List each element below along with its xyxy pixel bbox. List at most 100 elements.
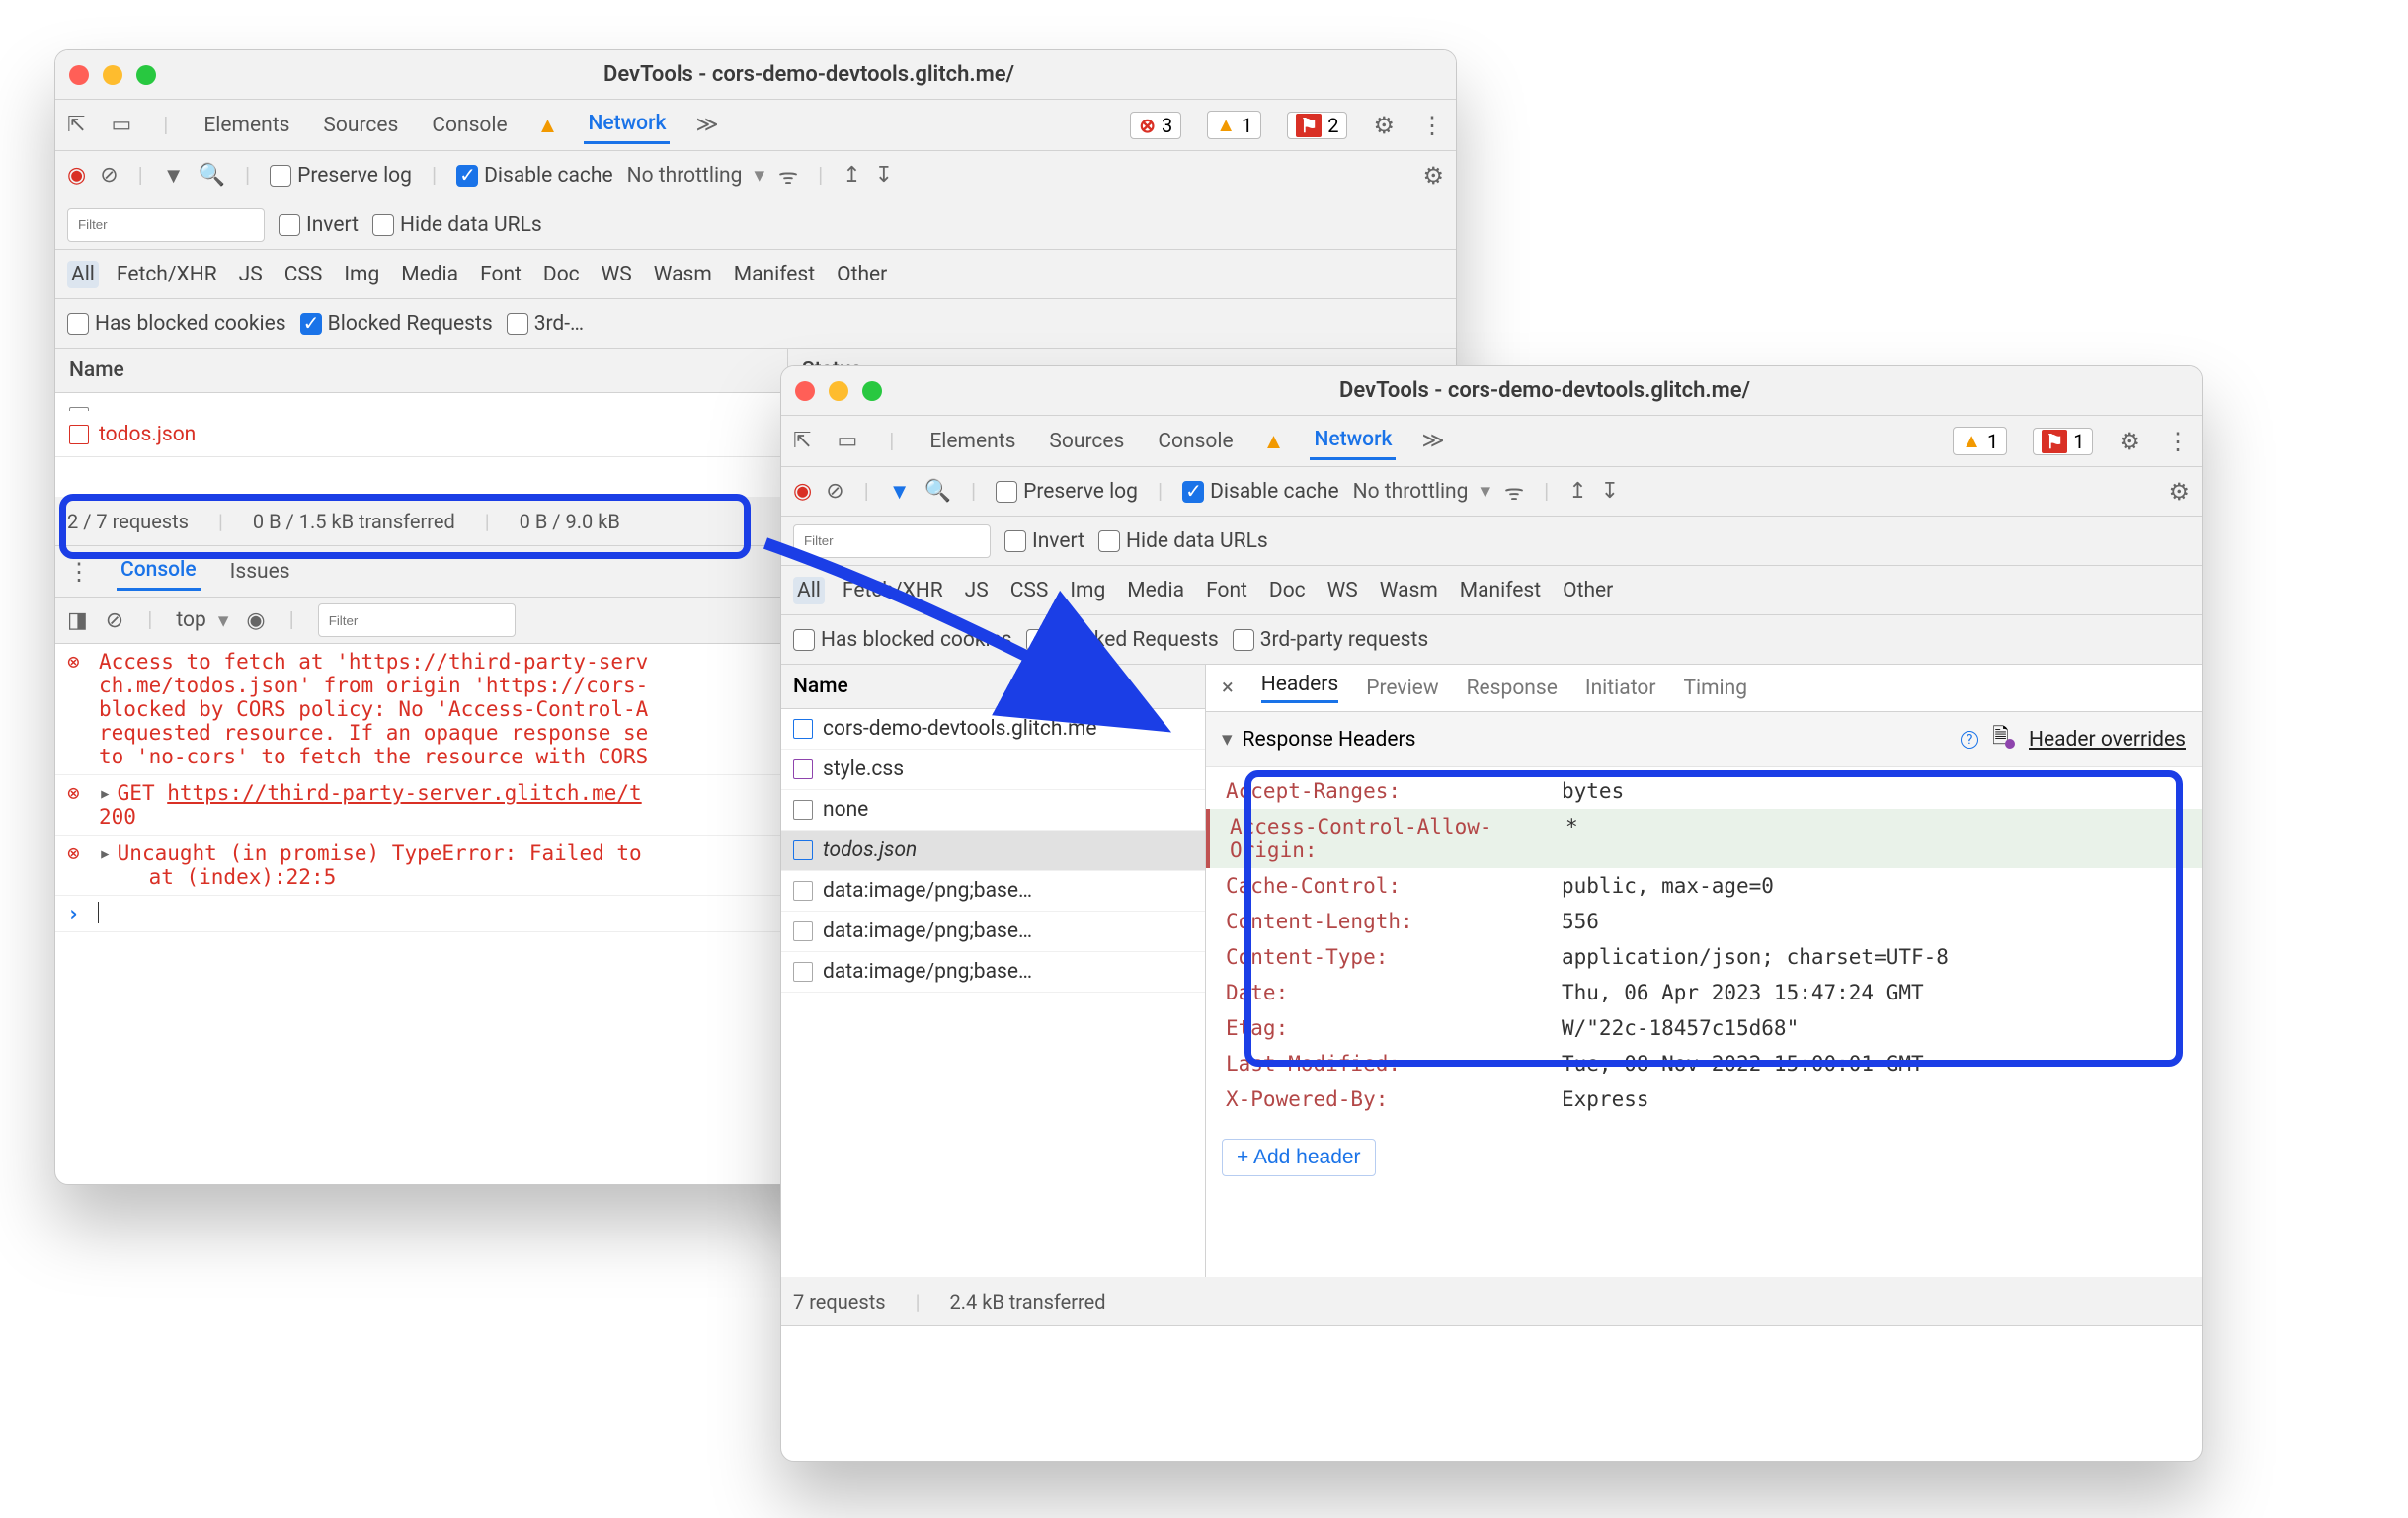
header-overrides-link[interactable]: Header overrides bbox=[2029, 728, 2186, 752]
header-row[interactable]: Etag:W/"22c-18457c15d68" bbox=[1206, 1010, 2202, 1046]
drawer-tab-console[interactable]: Console bbox=[117, 552, 201, 591]
chip-js[interactable]: JS bbox=[961, 577, 993, 604]
filter-toggle-icon[interactable]: ▼ bbox=[889, 479, 911, 505]
chip-doc[interactable]: Doc bbox=[539, 261, 584, 288]
invert-checkbox[interactable]: Invert bbox=[279, 213, 359, 237]
search-icon[interactable]: 🔍 bbox=[924, 479, 951, 504]
network-settings-icon[interactable]: ⚙ bbox=[1422, 162, 1444, 190]
list-item[interactable]: none bbox=[781, 790, 1205, 831]
console-filter-input[interactable] bbox=[318, 603, 516, 637]
network-conditions-icon[interactable]: ᯤ bbox=[1504, 477, 1524, 507]
chip-ws[interactable]: WS bbox=[1324, 577, 1362, 604]
settings-icon[interactable]: ⚙ bbox=[1373, 112, 1395, 139]
chip-all[interactable]: All bbox=[67, 261, 99, 288]
preserve-log-checkbox[interactable]: Preserve log bbox=[996, 480, 1138, 504]
chip-manifest[interactable]: Manifest bbox=[730, 261, 819, 288]
more-tabs-icon[interactable]: ≫ bbox=[1421, 429, 1444, 453]
tab-sources[interactable]: Sources bbox=[1045, 424, 1128, 459]
chip-all[interactable]: All bbox=[793, 577, 825, 604]
header-row[interactable]: Last-Modified:Tue, 08 Nov 2022 15:00:01 … bbox=[1206, 1046, 2202, 1081]
device-toggle-icon[interactable]: ▭ bbox=[837, 429, 857, 453]
tab-network[interactable]: Network bbox=[1310, 422, 1396, 460]
response-headers-section[interactable]: Response Headers ? 🗎 Header overrides bbox=[1206, 712, 2202, 767]
maximize-window-icon[interactable] bbox=[862, 381, 882, 401]
minimize-window-icon[interactable] bbox=[829, 381, 848, 401]
chip-wasm[interactable]: Wasm bbox=[1376, 577, 1442, 604]
hide-data-urls-checkbox[interactable]: Hide data URLs bbox=[372, 213, 542, 237]
record-icon[interactable]: ◉ bbox=[793, 479, 812, 504]
disable-cache-checkbox[interactable]: Disable cache bbox=[456, 164, 613, 188]
list-item[interactable]: cors-demo-devtools.glitch.me bbox=[781, 709, 1205, 750]
third-party-checkbox[interactable]: 3rd-party requests bbox=[1233, 628, 1428, 652]
drawer-tab-issues[interactable]: Issues bbox=[226, 554, 294, 590]
detail-tab-preview[interactable]: Preview bbox=[1366, 677, 1438, 700]
import-har-icon[interactable]: ↧ bbox=[875, 163, 893, 188]
disable-cache-checkbox[interactable]: Disable cache bbox=[1182, 480, 1339, 504]
add-header-button[interactable]: + Add header bbox=[1222, 1139, 1376, 1176]
blocked-cookies-checkbox[interactable]: Has blocked cookies bbox=[67, 312, 286, 336]
chip-fetchxhr[interactable]: Fetch/XHR bbox=[839, 577, 947, 604]
chip-font[interactable]: Font bbox=[476, 261, 525, 288]
list-item[interactable]: data:image/png;base… bbox=[781, 952, 1205, 993]
export-har-icon[interactable]: ↥ bbox=[1568, 479, 1586, 504]
warning-badge[interactable]: ▲1 bbox=[1953, 427, 2007, 455]
chip-doc[interactable]: Doc bbox=[1265, 577, 1310, 604]
issues-badge[interactable]: ⚑1 bbox=[2033, 428, 2093, 455]
invert-checkbox[interactable]: Invert bbox=[1004, 529, 1084, 553]
drawer-menu-icon[interactable]: ⋮ bbox=[67, 558, 91, 586]
blocked-requests-checkbox[interactable]: Blocked Requests bbox=[300, 312, 493, 336]
chip-css[interactable]: CSS bbox=[281, 261, 327, 288]
record-icon[interactable]: ◉ bbox=[67, 163, 86, 188]
maximize-window-icon[interactable] bbox=[136, 65, 156, 85]
tab-console[interactable]: Console bbox=[1154, 424, 1237, 459]
hide-data-urls-checkbox[interactable]: Hide data URLs bbox=[1098, 529, 1268, 553]
tab-elements[interactable]: Elements bbox=[925, 424, 1019, 459]
network-settings-icon[interactable]: ⚙ bbox=[2168, 478, 2190, 506]
error-badge[interactable]: ⊗3 bbox=[1130, 112, 1181, 139]
close-detail-icon[interactable]: × bbox=[1222, 676, 1234, 700]
more-tabs-icon[interactable]: ≫ bbox=[695, 113, 718, 137]
context-select[interactable]: top bbox=[176, 608, 228, 633]
chip-media[interactable]: Media bbox=[397, 261, 462, 288]
chip-other[interactable]: Other bbox=[833, 261, 891, 288]
expand-icon[interactable] bbox=[99, 781, 118, 805]
filter-input[interactable] bbox=[67, 208, 265, 242]
issues-badge[interactable]: ⚑2 bbox=[1287, 112, 1347, 139]
chip-img[interactable]: Img bbox=[340, 261, 383, 288]
chip-font[interactable]: Font bbox=[1202, 577, 1251, 604]
expand-icon[interactable] bbox=[99, 841, 118, 865]
console-link[interactable]: https://third-party-server.glitch.me/t bbox=[167, 781, 641, 805]
chip-other[interactable]: Other bbox=[1559, 577, 1617, 604]
header-row[interactable]: Date:Thu, 06 Apr 2023 15:47:24 GMT bbox=[1206, 975, 2202, 1010]
console-sidebar-icon[interactable]: ◨ bbox=[67, 608, 88, 633]
throttling-select[interactable]: No throttling bbox=[1353, 479, 1490, 504]
name-header[interactable]: Name bbox=[781, 665, 1205, 709]
export-har-icon[interactable]: ↥ bbox=[843, 163, 860, 188]
chip-css[interactable]: CSS bbox=[1006, 577, 1053, 604]
header-row[interactable]: Access-Control-Allow-Origin:* bbox=[1206, 809, 2202, 868]
header-row[interactable]: Content-Type:application/json; charset=U… bbox=[1206, 939, 2202, 975]
chip-fetchxhr[interactable]: Fetch/XHR bbox=[113, 261, 221, 288]
import-har-icon[interactable]: ↧ bbox=[1601, 479, 1619, 504]
chip-wasm[interactable]: Wasm bbox=[650, 261, 716, 288]
chip-js[interactable]: JS bbox=[235, 261, 267, 288]
header-row[interactable]: Accept-Ranges:bytes bbox=[1206, 773, 2202, 809]
tab-elements[interactable]: Elements bbox=[200, 108, 293, 143]
clear-icon[interactable]: ⊘ bbox=[100, 163, 118, 188]
blocked-requests-checkbox[interactable]: Blocked Requests bbox=[1026, 628, 1219, 652]
clear-icon[interactable]: ⊘ bbox=[826, 479, 843, 504]
close-window-icon[interactable] bbox=[795, 381, 815, 401]
blocked-cookies-checkbox[interactable]: Has blocked cookies bbox=[793, 628, 1012, 652]
list-item[interactable]: data:image/png;base… bbox=[781, 912, 1205, 952]
inspect-icon[interactable]: ⇱ bbox=[67, 113, 85, 137]
header-row[interactable]: Cache-Control:public, max-age=0 bbox=[1206, 868, 2202, 904]
header-row[interactable]: X-Powered-By:Express bbox=[1206, 1081, 2202, 1117]
chip-img[interactable]: Img bbox=[1066, 577, 1109, 604]
network-conditions-icon[interactable]: ᯤ bbox=[778, 161, 798, 191]
throttling-select[interactable]: No throttling bbox=[627, 163, 764, 188]
third-party-checkbox[interactable]: 3rd-… bbox=[507, 312, 584, 336]
list-item[interactable]: style.css bbox=[781, 750, 1205, 790]
list-item[interactable]: data:image/png;base… bbox=[781, 871, 1205, 912]
detail-tab-headers[interactable]: Headers bbox=[1261, 673, 1338, 703]
tab-network[interactable]: Network bbox=[584, 106, 670, 144]
